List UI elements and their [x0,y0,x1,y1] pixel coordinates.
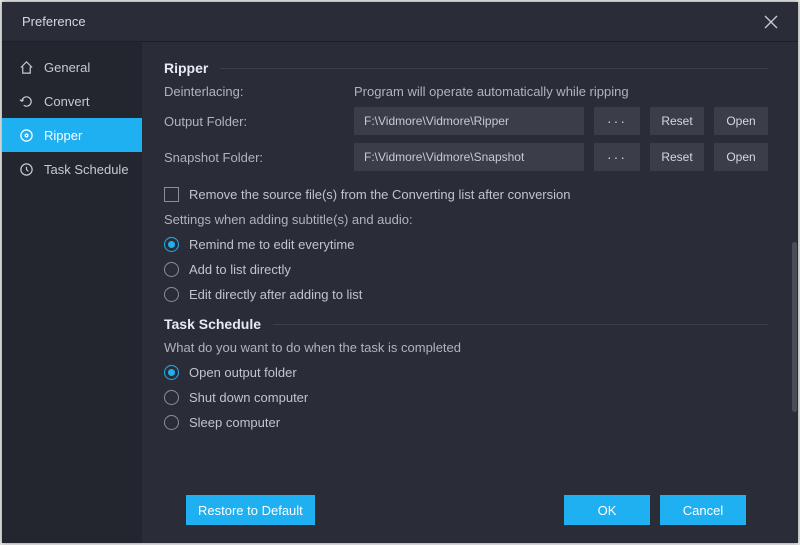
snapshot-folder-label: Snapshot Folder: [164,150,344,165]
task-question: What do you want to do when the task is … [164,340,768,355]
preference-window: Preference General Convert [2,2,798,543]
snapshot-folder-browse-button[interactable]: ··· [594,143,640,171]
divider [273,324,768,325]
radio-edit-label: Edit directly after adding to list [189,287,362,302]
sub-opt-edit[interactable]: Edit directly after adding to list [164,287,768,302]
body: General Convert Ripper Task Schedule [2,42,798,543]
radio-sleep[interactable] [164,415,179,430]
task-opt-shutdown[interactable]: Shut down computer [164,390,768,405]
window-title: Preference [22,14,86,29]
sidebar: General Convert Ripper Task Schedule [2,42,142,543]
sidebar-item-label: Task Schedule [44,162,129,177]
scrollarea: Ripper Deinterlacing: Program will opera… [164,60,768,487]
close-icon [764,15,778,29]
remove-source-row[interactable]: Remove the source file(s) from the Conve… [164,187,768,202]
sidebar-item-general[interactable]: General [2,50,142,84]
cancel-button[interactable]: Cancel [660,495,746,525]
disc-icon [18,127,34,143]
row-snapshot-folder: Snapshot Folder: ··· Reset Open [164,143,768,171]
radio-open-output-label: Open output folder [189,365,297,380]
output-folder-open-button[interactable]: Open [714,107,768,135]
sidebar-item-label: Convert [44,94,90,109]
refresh-icon [18,93,34,109]
output-folder-browse-button[interactable]: ··· [594,107,640,135]
sub-opt-add[interactable]: Add to list directly [164,262,768,277]
row-output-folder: Output Folder: ··· Reset Open [164,107,768,135]
section-task-head: Task Schedule [164,316,768,332]
output-folder-label: Output Folder: [164,114,344,129]
content: Ripper Deinterlacing: Program will opera… [142,42,790,543]
subtitle-settings-label: Settings when adding subtitle(s) and aud… [164,212,768,227]
home-icon [18,59,34,75]
scrollbar[interactable] [790,42,798,543]
ok-button[interactable]: OK [564,495,650,525]
radio-remind[interactable] [164,237,179,252]
output-folder-input[interactable] [354,107,584,135]
radio-open-output[interactable] [164,365,179,380]
task-opt-open[interactable]: Open output folder [164,365,768,380]
titlebar: Preference [2,2,798,42]
close-button[interactable] [760,11,782,33]
output-folder-reset-button[interactable]: Reset [650,107,704,135]
radio-edit[interactable] [164,287,179,302]
divider [220,68,768,69]
restore-default-button[interactable]: Restore to Default [186,495,315,525]
snapshot-folder-input[interactable] [354,143,584,171]
sidebar-item-label: Ripper [44,128,82,143]
radio-add-label: Add to list directly [189,262,291,277]
deinterlacing-label: Deinterlacing: [164,84,344,99]
sidebar-item-ripper[interactable]: Ripper [2,118,142,152]
section-title-ripper: Ripper [164,60,208,76]
sub-opt-remind[interactable]: Remind me to edit everytime [164,237,768,252]
row-deinterlacing: Deinterlacing: Program will operate auto… [164,84,768,99]
radio-shutdown-label: Shut down computer [189,390,308,405]
radio-remind-label: Remind me to edit everytime [189,237,354,252]
radio-shutdown[interactable] [164,390,179,405]
sidebar-item-label: General [44,60,90,75]
snapshot-folder-open-button[interactable]: Open [714,143,768,171]
remove-source-label: Remove the source file(s) from the Conve… [189,187,571,202]
deinterlacing-value: Program will operate automatically while… [354,84,629,99]
radio-add[interactable] [164,262,179,277]
sidebar-item-task-schedule[interactable]: Task Schedule [2,152,142,186]
content-wrap: Ripper Deinterlacing: Program will opera… [142,42,798,543]
scrollbar-thumb[interactable] [792,242,797,412]
remove-source-checkbox[interactable] [164,187,179,202]
section-title-task: Task Schedule [164,316,261,332]
sidebar-item-convert[interactable]: Convert [2,84,142,118]
section-ripper-head: Ripper [164,60,768,76]
clock-icon [18,161,34,177]
footer: Restore to Default OK Cancel [164,487,768,543]
radio-sleep-label: Sleep computer [189,415,280,430]
task-opt-sleep[interactable]: Sleep computer [164,415,768,430]
snapshot-folder-reset-button[interactable]: Reset [650,143,704,171]
